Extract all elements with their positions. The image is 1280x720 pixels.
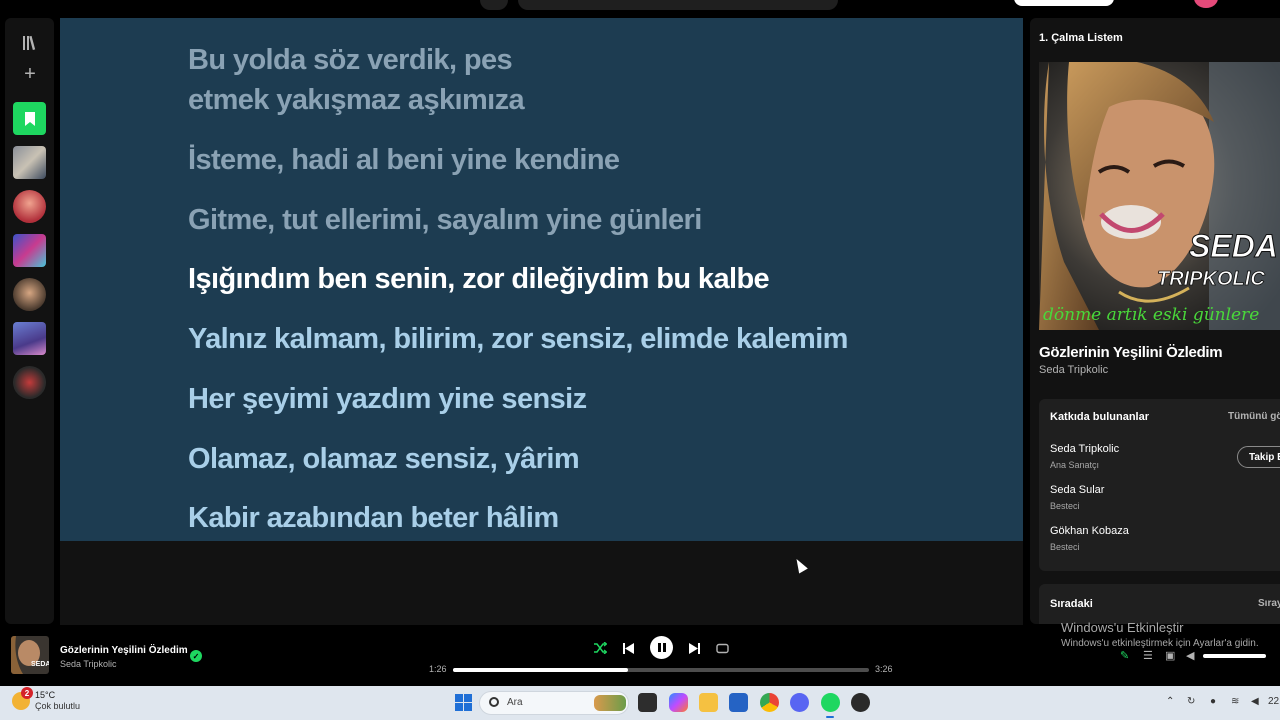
weather-temp: 15°C (35, 690, 56, 700)
credit-role: Ana Sanatçı (1050, 460, 1100, 470)
open-queue-link[interactable]: Sıray (1258, 598, 1280, 609)
start-icon[interactable] (454, 693, 473, 712)
cover-text-artist: SEDA (1189, 228, 1278, 264)
playlist-thumb[interactable] (13, 146, 46, 179)
credits-header: Katkıda bulunanlar (1050, 411, 1150, 423)
explore-premium-button[interactable] (1014, 0, 1114, 6)
playlist-title[interactable]: 1. Çalma Listem (1039, 32, 1123, 44)
credit-name[interactable]: Gökhan Kobaza (1050, 525, 1129, 537)
credit-name[interactable]: Seda Tripkolic (1050, 443, 1119, 455)
lyric-line-active[interactable]: Işığındım ben senin, zor dileğiydim bu k… (188, 259, 770, 299)
plus-icon[interactable]: + (17, 61, 43, 87)
mic-icon[interactable]: ● (1210, 696, 1216, 707)
artist-thumb[interactable] (13, 366, 46, 399)
volume-slider[interactable] (1203, 654, 1266, 658)
now-playing-thumb[interactable]: SEDA (11, 636, 49, 674)
speaker-icon[interactable]: ◀ (1251, 696, 1259, 707)
chevron-up-icon[interactable]: ⌃ (1166, 696, 1174, 707)
lyrics-mic-icon[interactable]: ✎ (1120, 649, 1129, 662)
activation-watermark-text: Windows'u etkinleştirmek için Ayarlar'a … (1061, 638, 1259, 649)
credit-name[interactable]: Seda Sular (1050, 484, 1104, 496)
search-highlight-image (594, 695, 626, 711)
connect-device-icon[interactable]: ▣ (1165, 649, 1175, 662)
playlist-thumb[interactable] (13, 322, 46, 355)
lyric-line[interactable]: Bu yolda söz verdik, pes (188, 40, 513, 80)
app-icon[interactable] (851, 693, 870, 712)
bookmark-icon (24, 111, 35, 126)
library-sidebar: + (5, 18, 54, 624)
previous-icon[interactable] (619, 639, 637, 657)
wifi-icon[interactable]: ≋ (1231, 696, 1239, 707)
lyric-line[interactable]: etmek yakışmaz aşkımıza (188, 80, 525, 120)
weather-widget[interactable]: 2 15°C Çok bulutlu (12, 687, 81, 712)
queue-icon[interactable]: ☰ (1143, 649, 1153, 662)
file-explorer-icon[interactable] (699, 693, 718, 712)
svg-text:SEDA: SEDA (31, 661, 49, 668)
shuffle-icon[interactable] (591, 639, 609, 657)
show-all-link[interactable]: Tümünü gös (1228, 411, 1280, 422)
cover-text-name: TRIPKOLIC (1157, 268, 1265, 290)
activation-watermark-title: Windows'u Etkinleştir (1061, 620, 1184, 635)
search-bar[interactable] (518, 0, 838, 10)
lyric-line[interactable]: Her şeyimi yazdım yine sensiz (188, 379, 587, 419)
taskbar-search[interactable]: Ara (479, 691, 629, 715)
album-cover: SEDA TRIPKOLIC dönme artık eski günlere (1039, 62, 1280, 330)
credit-role: Besteci (1050, 542, 1080, 552)
player-bar: SEDA Gözlerinin Yeşilini Özledim Seda Tr… (0, 628, 1280, 686)
lyric-line[interactable]: İsteme, hadi al beni yine kendine (188, 140, 620, 180)
home-button[interactable] (480, 0, 508, 10)
player-track-artist[interactable]: Seda Tripkolic (60, 659, 117, 669)
lyrics-panel: Bu yolda söz verdik, pes etmek yakışmaz … (60, 18, 1023, 541)
search-placeholder: Ara (507, 697, 523, 708)
lyric-line[interactable]: Yalnız kalmam, bilirim, zor sensiz, elim… (188, 319, 848, 359)
queue-header: Sıradaki (1050, 598, 1093, 610)
spotify-app: + Bu yolda söz verdik, pes etmek yakışma… (0, 0, 1280, 686)
follow-button[interactable]: Takip E (1237, 446, 1280, 468)
weather-condition: Çok bulutlu (35, 701, 81, 711)
lyric-line[interactable]: Kabir azabından beter hâlim (188, 498, 559, 538)
now-playing-panel: 1. Çalma Listem SEDA TRIPKOLIC dönme art… (1030, 18, 1280, 624)
weather-icon: 2 (12, 687, 33, 710)
copilot-icon[interactable] (669, 693, 688, 712)
task-view-icon[interactable] (638, 693, 657, 712)
search-icon (489, 697, 499, 707)
avatar[interactable] (1194, 0, 1218, 8)
player-track-title[interactable]: Gözlerinin Yeşilini Özledim (60, 645, 188, 656)
elapsed-time: 1:26 (429, 664, 447, 674)
active-app-indicator (826, 716, 834, 718)
lyric-line[interactable]: Gitme, tut ellerimi, sayalım yine günler… (188, 200, 702, 240)
credits-card: Katkıda bulunanlar Tümünü gös Seda Tripk… (1039, 399, 1280, 571)
spotify-icon[interactable] (821, 693, 840, 712)
duration-time: 3:26 (875, 664, 893, 674)
progress-bar[interactable] (453, 668, 869, 672)
discord-icon[interactable] (790, 693, 809, 712)
now-playing-title[interactable]: Gözlerinin Yeşilini Özledim (1039, 344, 1223, 361)
repeat-icon[interactable] (713, 639, 731, 657)
pause-button[interactable] (650, 636, 673, 659)
clock[interactable]: 22 (1268, 696, 1279, 707)
playlist-thumb[interactable] (13, 234, 46, 267)
store-icon[interactable] (729, 693, 748, 712)
sync-icon[interactable]: ↻ (1187, 696, 1195, 707)
library-icon[interactable] (17, 30, 43, 56)
chrome-icon[interactable] (760, 693, 779, 712)
now-playing-artist[interactable]: Seda Tripkolic (1039, 364, 1108, 376)
cover-text-script: dönme artık eski günlere (1043, 305, 1259, 325)
notification-badge: 2 (21, 687, 33, 699)
volume-icon[interactable]: ◀ (1186, 649, 1194, 662)
artist-thumb[interactable] (13, 190, 46, 223)
artist-thumb[interactable] (13, 278, 46, 311)
credit-role: Besteci (1050, 501, 1080, 511)
lyric-line[interactable]: Olamaz, olamaz sensiz, yârim (188, 439, 580, 479)
saved-check-icon[interactable]: ✓ (190, 650, 202, 662)
liked-songs-playlist[interactable] (13, 102, 46, 135)
windows-taskbar: 2 15°C Çok bulutlu Ara ⌃ ↻ ● ≋ ◀ 22 (0, 686, 1280, 720)
queue-card: Sıradaki Sıray (1039, 584, 1280, 624)
main-panel-footer (60, 541, 1023, 625)
progress-fill (453, 668, 628, 672)
top-bar (0, 0, 1280, 14)
next-icon[interactable] (685, 639, 703, 657)
